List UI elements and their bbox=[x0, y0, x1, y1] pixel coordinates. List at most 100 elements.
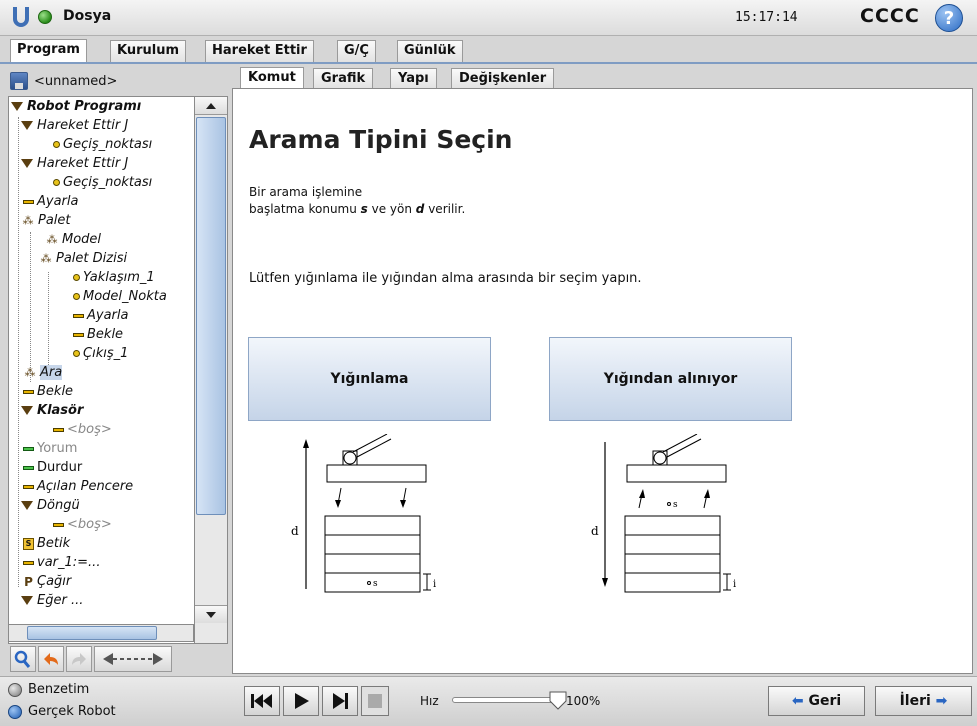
triangle-down-icon bbox=[21, 406, 33, 415]
tree-item[interactable]: Bekle bbox=[23, 382, 73, 401]
assignment-icon bbox=[23, 560, 34, 565]
tree-item[interactable]: Ayarla bbox=[73, 306, 128, 325]
tree-item[interactable]: ⁂ Palet Dizisi bbox=[39, 249, 128, 268]
clock: 15:17:14 bbox=[735, 10, 798, 25]
bottom-bar: Benzetim Gerçek Robot Hız 100% ⬅ Geri İl… bbox=[0, 676, 977, 726]
double-arrow-icon bbox=[103, 653, 163, 665]
redo-button[interactable] bbox=[66, 646, 92, 672]
triangle-down-icon bbox=[11, 102, 23, 111]
tree-item[interactable]: Yorum bbox=[23, 439, 77, 458]
popup-icon bbox=[23, 484, 34, 489]
command-panel: Arama Tipini Seçin Bir arama işlemine ba… bbox=[232, 88, 973, 674]
skip-back-icon bbox=[251, 694, 272, 708]
scroll-down-button[interactable] bbox=[195, 605, 227, 623]
play-button[interactable] bbox=[283, 686, 319, 716]
help-icon[interactable]: ? bbox=[935, 4, 963, 32]
tab-graphics[interactable]: Grafik bbox=[313, 68, 374, 88]
tab-structure[interactable]: Yapı bbox=[390, 68, 437, 88]
tree-horizontal-scrollbar[interactable] bbox=[8, 624, 194, 642]
tree-item-selected[interactable]: ⁂ Ara bbox=[23, 363, 63, 382]
pallet-icon: ⁂ bbox=[22, 213, 34, 227]
undo-button[interactable] bbox=[38, 646, 64, 672]
script-icon: S bbox=[23, 537, 34, 550]
triangle-down-icon bbox=[21, 501, 33, 510]
move-node-button[interactable] bbox=[94, 646, 172, 672]
tab-move[interactable]: Hareket Ettir bbox=[205, 40, 314, 62]
tree-item[interactable]: Durdur bbox=[23, 458, 82, 477]
tree-item[interactable]: Döngü bbox=[21, 496, 80, 515]
search-icon bbox=[14, 650, 31, 668]
tree-item[interactable]: Çıkış_1 bbox=[71, 344, 128, 363]
ur-logo-icon bbox=[13, 7, 29, 27]
waypoint-icon bbox=[73, 350, 80, 357]
scroll-up-button[interactable] bbox=[195, 97, 227, 115]
robot-name: CCCC bbox=[860, 5, 920, 27]
tree-item[interactable]: Hareket Ettir J bbox=[21, 154, 128, 173]
real-robot-radio[interactable] bbox=[8, 705, 22, 719]
destacking-button[interactable]: Yığından alınıyor bbox=[549, 337, 792, 421]
redo-icon bbox=[72, 653, 86, 665]
tab-variables[interactable]: Değişkenler bbox=[451, 68, 555, 88]
destacking-diagram: d s i bbox=[591, 434, 736, 593]
tab-io[interactable]: G/Ç bbox=[337, 40, 376, 62]
simulation-label[interactable]: Benzetim bbox=[28, 682, 89, 697]
save-icon[interactable] bbox=[10, 72, 28, 90]
halt-icon bbox=[23, 465, 34, 470]
tree-item[interactable]: Geçiş_noktası bbox=[51, 173, 152, 192]
next-button[interactable]: İleri ➡ bbox=[875, 686, 972, 716]
stop-icon bbox=[368, 694, 382, 708]
simulation-radio[interactable] bbox=[8, 683, 22, 697]
tree-item[interactable]: Hareket Ettir J bbox=[21, 116, 128, 135]
diagram-i-label: i bbox=[733, 579, 736, 590]
tree-item[interactable]: Robot Programı bbox=[11, 97, 141, 116]
waypoint-icon bbox=[73, 293, 80, 300]
tab-log[interactable]: Günlük bbox=[397, 40, 463, 62]
tab-installation[interactable]: Kurulum bbox=[110, 40, 187, 62]
tree-item[interactable]: S Betik bbox=[23, 534, 70, 553]
search-button[interactable] bbox=[10, 646, 36, 672]
tree-item[interactable]: Eğer ... bbox=[21, 591, 83, 610]
pallet-icon: ⁂ bbox=[40, 251, 52, 265]
tree-item[interactable]: Ayarla bbox=[23, 192, 78, 211]
stop-button[interactable] bbox=[361, 686, 389, 716]
description-line-1: Bir arama işlemine bbox=[249, 185, 363, 199]
arrow-up-icon bbox=[206, 103, 216, 109]
tree-item[interactable]: <boş> bbox=[53, 515, 112, 534]
waypoint-icon bbox=[53, 141, 60, 148]
empty-icon bbox=[53, 427, 64, 432]
tree-item[interactable]: Model_Nokta bbox=[71, 287, 167, 306]
speed-slider-thumb[interactable] bbox=[549, 690, 567, 710]
tree-item[interactable]: ⁂ Model bbox=[45, 230, 102, 249]
step-icon bbox=[333, 693, 348, 709]
scrollbar-thumb[interactable] bbox=[27, 626, 157, 640]
comment-icon bbox=[23, 446, 34, 451]
triangle-down-icon bbox=[21, 121, 33, 130]
tree-item[interactable]: Bekle bbox=[73, 325, 123, 344]
tree-item[interactable]: ⁂ Palet bbox=[21, 211, 71, 230]
tree-item[interactable]: Geçiş_noktası bbox=[51, 135, 152, 154]
arrow-right-icon: ➡ bbox=[930, 693, 948, 709]
tree-vertical-scrollbar[interactable] bbox=[194, 96, 228, 644]
tree-item[interactable]: P Çağır bbox=[23, 572, 71, 591]
arrow-down-icon bbox=[206, 612, 216, 618]
tree-item[interactable]: var_1:=... bbox=[23, 553, 100, 572]
speed-slider[interactable] bbox=[452, 697, 558, 703]
tab-command[interactable]: Komut bbox=[240, 67, 304, 89]
file-menu[interactable]: Dosya bbox=[63, 8, 111, 24]
tree-item[interactable]: Yaklaşım_1 bbox=[71, 268, 155, 287]
program-name-row: <unnamed> bbox=[8, 68, 228, 96]
page-title: Arama Tipini Seçin bbox=[249, 125, 513, 154]
tree-item[interactable]: <boş> bbox=[53, 420, 112, 439]
tab-program[interactable]: Program bbox=[10, 39, 87, 63]
stacking-button[interactable]: Yığınlama bbox=[248, 337, 491, 421]
tree-item[interactable]: Açılan Pencere bbox=[23, 477, 133, 496]
triangle-down-icon bbox=[21, 159, 33, 168]
real-robot-label[interactable]: Gerçek Robot bbox=[28, 704, 116, 719]
back-button[interactable]: ⬅ Geri bbox=[768, 686, 865, 716]
speed-value: 100% bbox=[566, 694, 601, 708]
scrollbar-thumb[interactable] bbox=[196, 117, 226, 515]
step-button[interactable] bbox=[322, 686, 358, 716]
tab-divider bbox=[0, 62, 977, 64]
rewind-button[interactable] bbox=[244, 686, 280, 716]
tree-item[interactable]: Klasör bbox=[21, 401, 83, 420]
